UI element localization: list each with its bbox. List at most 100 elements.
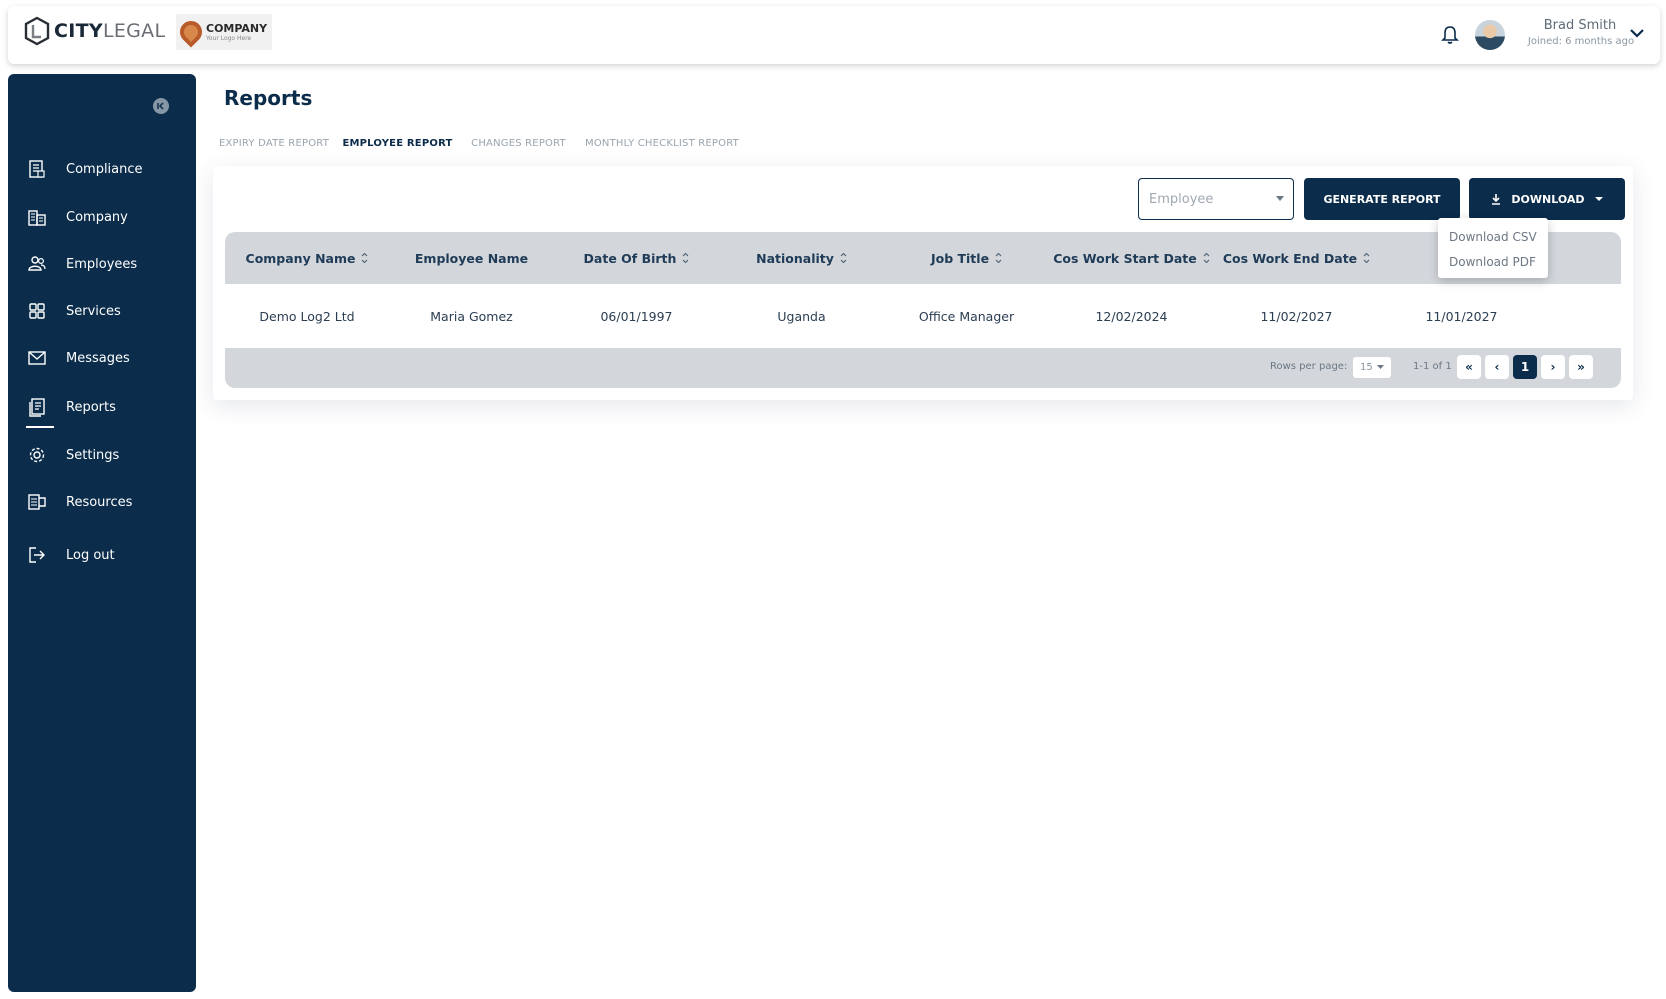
- rows-per-page-label: Rows per page:: [1270, 361, 1348, 372]
- tab-monthly-checklist-report[interactable]: MONTHLY CHECKLIST REPORT: [577, 120, 747, 166]
- sidebar-item-label: Messages: [66, 350, 130, 366]
- caret-down-icon: [1594, 196, 1603, 201]
- caret-down-icon: [1376, 365, 1384, 369]
- column-cos-work-start-date[interactable]: Cos Work Start Date: [1049, 232, 1214, 284]
- page-title: Reports: [224, 86, 313, 110]
- employee-select-placeholder: Employee: [1149, 191, 1214, 207]
- sidebar-item-messages[interactable]: Messages: [26, 343, 186, 373]
- gear-icon: [26, 444, 48, 466]
- download-csv-item[interactable]: Download CSV: [1438, 224, 1548, 249]
- sidebar-item-label: Employees: [66, 256, 138, 272]
- tab-changes-report[interactable]: CHANGES REPORT: [460, 120, 577, 166]
- sidebar-item-settings[interactable]: Settings: [26, 440, 186, 470]
- sidebar-item-reports[interactable]: Reports: [26, 392, 186, 428]
- building-icon: [26, 206, 48, 228]
- logout-icon: [26, 544, 48, 566]
- first-page-button[interactable]: «: [1457, 355, 1481, 379]
- sidebar-item-resources[interactable]: Resources: [26, 487, 186, 517]
- collapse-sidebar-button[interactable]: [153, 98, 169, 114]
- download-icon: [1492, 193, 1501, 205]
- employee-select[interactable]: Employee: [1138, 178, 1294, 220]
- company-logo: COMPANY Your Logo Here: [175, 14, 272, 50]
- tab-expiry-date-report[interactable]: EXPIRY DATE REPORT: [213, 120, 335, 166]
- reports-icon: [26, 396, 48, 418]
- sidebar-item-label: Company: [66, 209, 128, 225]
- column-label: Cos Work End Date: [1222, 250, 1358, 266]
- citylegal-logo-icon: [24, 16, 50, 46]
- sidebar-item-label: Compliance: [66, 161, 143, 177]
- bell-icon[interactable]: [1440, 24, 1460, 46]
- sidebar-item-label: Services: [66, 303, 121, 319]
- download-menu: Download CSV Download PDF: [1438, 218, 1548, 278]
- brand-name: CITYLEGAL: [54, 20, 166, 42]
- sidebar-item-company[interactable]: Company: [26, 202, 186, 232]
- sidebar-item-employees[interactable]: Employees: [26, 249, 186, 279]
- column-date-of-birth[interactable]: Date Of Birth: [554, 232, 719, 284]
- resources-icon: [26, 491, 48, 513]
- caret-down-icon: [1276, 196, 1284, 201]
- tab-employee-report[interactable]: EMPLOYEE REPORT: [335, 120, 460, 166]
- sidebar: Compliance Company Employees Services Me…: [8, 74, 196, 992]
- chevron-down-icon[interactable]: [1628, 24, 1646, 42]
- column-label: Date Of Birth: [583, 250, 677, 266]
- column-label: Nationality: [756, 250, 834, 266]
- rows-per-page-select[interactable]: 15: [1353, 357, 1391, 378]
- cell-employee-name: Maria Gomez: [430, 308, 513, 324]
- envelope-icon: [26, 347, 48, 369]
- user-name[interactable]: Brad Smith: [1520, 18, 1640, 33]
- report-panel: Employee GENERATE REPORT DOWNLOAD Compan…: [213, 166, 1633, 400]
- sidebar-item-label: Resources: [66, 494, 133, 510]
- next-page-button[interactable]: ›: [1541, 355, 1565, 379]
- sort-icon: [995, 252, 1002, 264]
- column-label: Job Title: [930, 250, 990, 266]
- citylegal-logo[interactable]: CITYLEGAL: [24, 16, 165, 46]
- column-label: Cos Work Start Date: [1053, 250, 1197, 266]
- cell-cos-work-end-date: 11/02/2027: [1260, 308, 1333, 324]
- top-bar: CITYLEGAL COMPANY Your Logo Here Brad Sm…: [8, 6, 1660, 64]
- location-pin-icon: [175, 16, 207, 48]
- pagination-range: 1-1 of 1: [1413, 361, 1452, 372]
- generate-report-label: GENERATE REPORT: [1323, 192, 1441, 206]
- column-label: Company Name: [245, 250, 356, 266]
- column-cos-work-end-date[interactable]: Cos Work End Date: [1214, 232, 1379, 284]
- cell-nationality: Uganda: [777, 308, 826, 324]
- users-icon: [26, 253, 48, 275]
- cell-v: 11/01/2027: [1425, 308, 1498, 324]
- sidebar-item-logout[interactable]: Log out: [26, 540, 186, 570]
- sort-icon: [1363, 252, 1370, 264]
- generate-report-button[interactable]: GENERATE REPORT: [1304, 178, 1460, 220]
- sidebar-item-services[interactable]: Services: [26, 296, 186, 326]
- download-pdf-item[interactable]: Download PDF: [1438, 249, 1548, 274]
- grid-icon: [26, 300, 48, 322]
- company-logo-tagline: Your Logo Here: [206, 34, 252, 42]
- sidebar-item-label: Log out: [66, 547, 115, 563]
- column-employee-name[interactable]: Employee Name: [389, 232, 554, 284]
- cell-job-title: Office Manager: [918, 308, 1015, 324]
- cell-cos-work-start-date: 12/02/2024: [1095, 308, 1168, 324]
- sidebar-item-compliance[interactable]: Compliance: [26, 154, 186, 184]
- collapse-icon: [157, 102, 164, 110]
- column-nationality[interactable]: Nationality: [719, 232, 884, 284]
- rows-per-page-value: 15: [1360, 362, 1373, 373]
- column-job-title[interactable]: Job Title: [884, 232, 1049, 284]
- download-label: DOWNLOAD: [1511, 192, 1585, 206]
- sort-icon: [1203, 252, 1210, 264]
- sort-icon: [683, 252, 689, 264]
- sidebar-item-label: Settings: [66, 447, 120, 463]
- cell-date-of-birth: 06/01/1997: [600, 308, 673, 324]
- table-row[interactable]: Demo Log2 Ltd Maria Gomez 06/01/1997 Uga…: [225, 284, 1621, 348]
- cell-company-name: Demo Log2 Ltd: [259, 308, 355, 324]
- table-pagination: Rows per page: 15 1-1 of 1 « ‹ 1 › »: [225, 348, 1621, 388]
- compliance-icon: [26, 158, 48, 180]
- table-header: Company Name Employee Name Date Of Birth…: [225, 232, 1621, 284]
- column-label: Employee Name: [414, 250, 529, 266]
- page-1-button[interactable]: 1: [1513, 355, 1537, 379]
- download-button[interactable]: DOWNLOAD: [1469, 178, 1625, 220]
- avatar[interactable]: [1475, 20, 1505, 50]
- prev-page-button[interactable]: ‹: [1485, 355, 1509, 379]
- sort-icon: [840, 252, 847, 264]
- column-company-name[interactable]: Company Name: [225, 232, 389, 284]
- sort-icon: [362, 252, 368, 264]
- sidebar-item-label: Reports: [66, 399, 116, 415]
- last-page-button[interactable]: »: [1569, 355, 1593, 379]
